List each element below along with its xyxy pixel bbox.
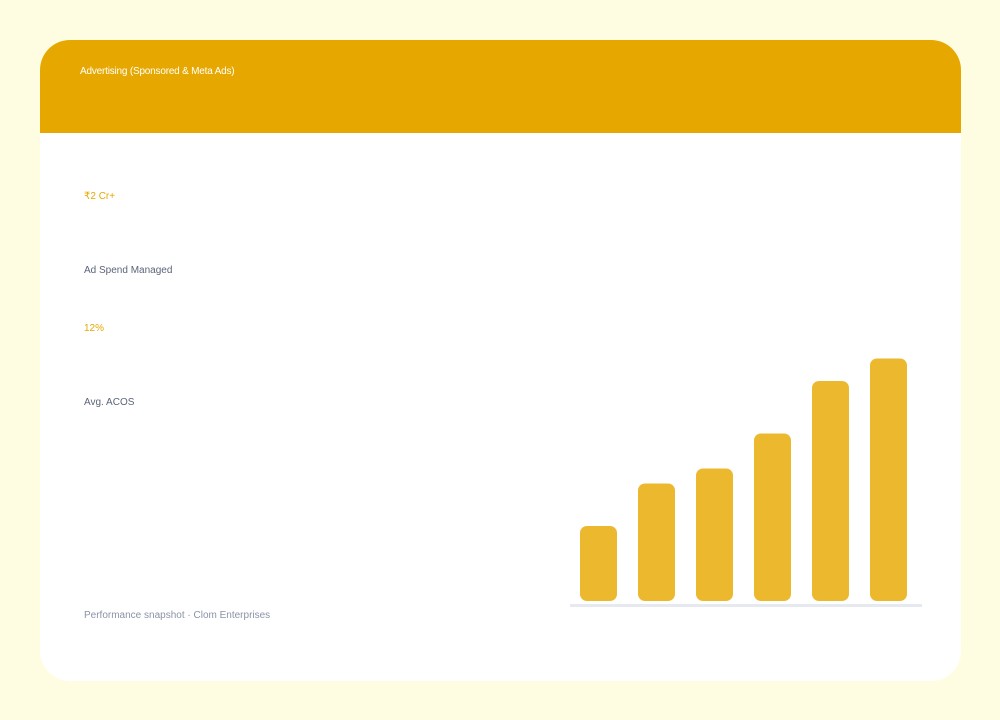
card-header: Advertising (Sponsored & Meta Ads) (40, 40, 961, 133)
bar-6 (870, 358, 907, 601)
stat-ad-spend-label: Ad Spend Managed (84, 265, 173, 276)
card-title: Advertising (Sponsored & Meta Ads) (80, 66, 235, 77)
stat-acos-label: Avg. ACOS (84, 397, 135, 408)
bar-3 (696, 468, 733, 601)
chart-baseline (570, 604, 922, 607)
performance-bar-chart (570, 358, 922, 607)
bar-4 (754, 433, 791, 601)
bar-5 (812, 381, 849, 601)
advertising-card: Advertising (Sponsored & Meta Ads) ₹2 Cr… (40, 40, 961, 681)
stat-acos-value: 12% (84, 323, 105, 334)
bar-2 (638, 483, 675, 601)
footer-caption: Performance snapshot · Clom Enterprises (84, 610, 271, 621)
bar-1 (580, 526, 617, 601)
stat-ad-spend-value: ₹2 Cr+ (84, 191, 116, 202)
